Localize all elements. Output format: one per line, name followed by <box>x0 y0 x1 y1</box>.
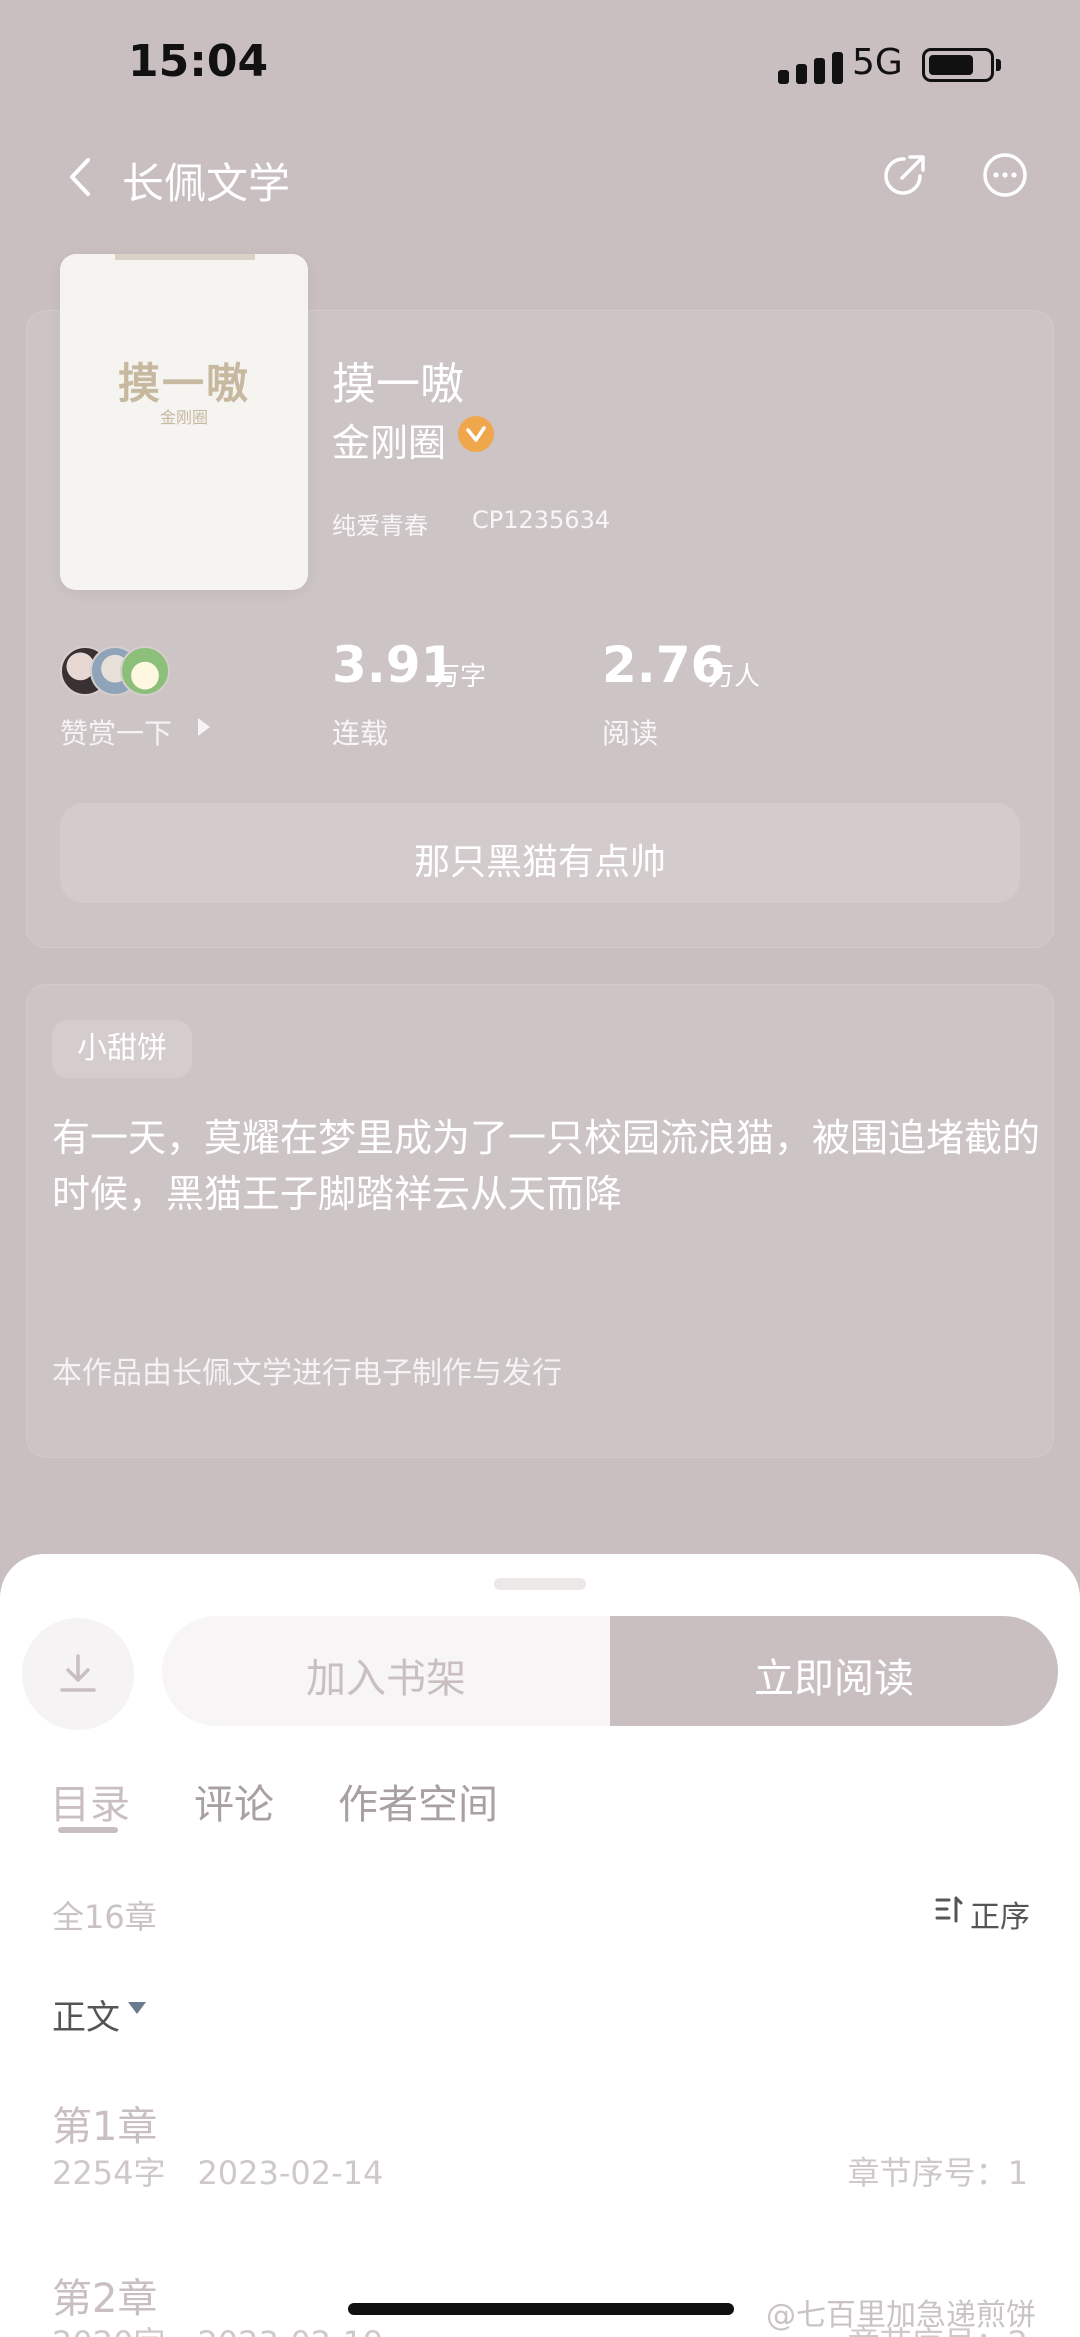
reward-avatars[interactable] <box>60 646 200 698</box>
status-time: 15:04 <box>128 36 269 87</box>
status-bar: 15:04 5G <box>0 0 1080 130</box>
fan-banner-text: 那只黑猫有点帅 <box>413 842 666 883</box>
tab-comments[interactable]: 评论 <box>194 1772 274 1830</box>
intro-tag[interactable]: 小甜饼 <box>52 1020 192 1078</box>
reward-label[interactable]: 赞赏一下 <box>60 712 172 752</box>
caret-down-icon <box>128 2002 146 2014</box>
sheet-drag-handle[interactable] <box>494 1578 586 1590</box>
publisher-note: 本作品由长佩文学进行电子制作与发行 <box>52 1356 562 1391</box>
tab-toc[interactable]: 目录 <box>50 1772 130 1830</box>
read-now-label: 立即阅读 <box>754 1656 914 1702</box>
download-icon <box>60 1654 96 1692</box>
battery-tip <box>996 59 1001 71</box>
sort-label: 正序 <box>970 1900 1030 1935</box>
book-cover[interactable]: 摸一嗷 金刚圈 <box>60 254 308 590</box>
add-to-shelf-label: 加入书架 <box>306 1656 466 1702</box>
play-arrow-icon <box>198 718 210 736</box>
fan-banner[interactable]: 那只黑猫有点帅 <box>60 803 1020 903</box>
add-to-shelf-button[interactable]: 加入书架 <box>162 1616 610 1726</box>
readers-label: 阅读 <box>602 717 659 750</box>
cp-tag[interactable]: CP1235634 <box>472 506 610 534</box>
book-title: 摸一嗷 <box>332 359 464 410</box>
more-icon <box>983 153 1027 197</box>
sort-icon <box>935 1896 963 1923</box>
chapter-index: 章节序号：1 <box>847 2154 1028 2192</box>
author-name[interactable]: 金刚圈 <box>332 412 446 467</box>
intro-text: 有一天，莫耀在梦里成为了一只校园流浪猫，被围追堵截的时候，黑猫王子脚踏祥云从天而… <box>52 1116 1041 1216</box>
home-indicator[interactable] <box>348 2303 734 2315</box>
avatar <box>120 646 170 696</box>
category-tag[interactable]: 纯爱青春 <box>332 506 428 541</box>
readers-value: 2.76 <box>602 636 726 694</box>
more-button[interactable] <box>980 150 1030 200</box>
tab-active-indicator <box>58 1827 118 1833</box>
chevron-left-icon <box>70 158 90 196</box>
cover-strip <box>115 254 255 260</box>
chapter-meta: 2254字 2023-02-14 <box>52 2154 384 2192</box>
chapter-count: 全16章 <box>52 1898 157 1936</box>
word-count-unit: 万字 <box>434 662 487 692</box>
section-select[interactable]: 正文 <box>52 1990 120 2039</box>
cover-author: 金刚圈 <box>159 408 208 427</box>
signal-icon <box>778 46 860 84</box>
share-button[interactable] <box>880 150 930 200</box>
read-now-button[interactable]: 立即阅读 <box>610 1616 1058 1726</box>
battery-icon <box>922 48 994 82</box>
watermark: @七百里加急递煎饼 <box>766 2298 1036 2333</box>
share-icon <box>884 155 925 195</box>
download-button[interactable] <box>22 1618 134 1730</box>
readers-unit: 万人 <box>708 662 761 692</box>
serial-status: 连载 <box>332 717 389 750</box>
sort-button[interactable]: 正序 <box>934 1890 1034 1935</box>
verified-badge-icon <box>458 416 494 452</box>
network-label: 5G <box>852 42 903 83</box>
nav-title: 长佩文学 <box>122 159 291 208</box>
chapter-meta: 2020字 2023-02-19 <box>52 2318 383 2337</box>
chapter-title[interactable]: 第2章 <box>52 2266 157 2324</box>
tab-author-space[interactable]: 作者空间 <box>338 1772 498 1830</box>
chapter-title[interactable]: 第1章 <box>52 2094 157 2152</box>
back-button[interactable] <box>58 150 106 204</box>
cover-title: 摸一嗷 <box>117 359 250 408</box>
